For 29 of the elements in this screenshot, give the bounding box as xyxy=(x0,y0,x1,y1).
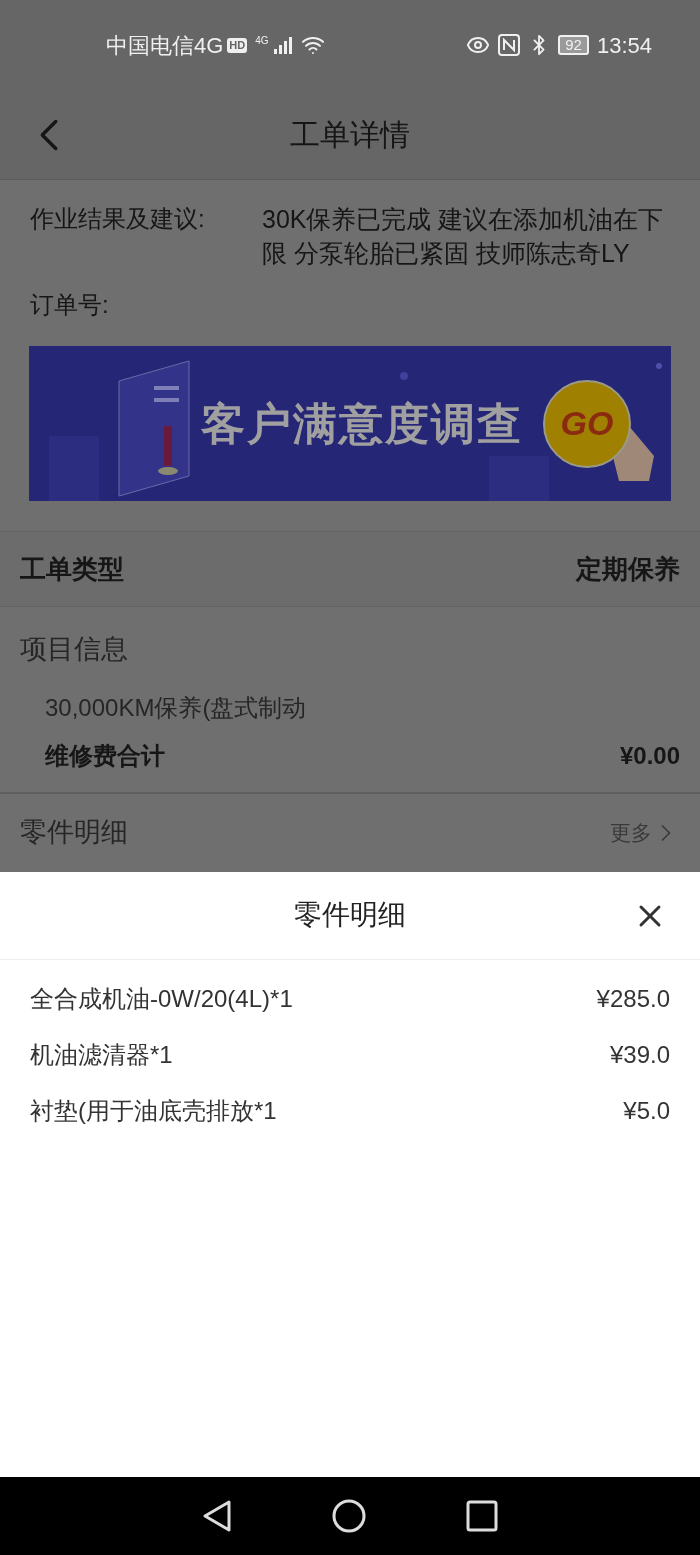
hd-badge: HD xyxy=(227,37,248,53)
sheet-title: 零件明细 xyxy=(294,898,406,932)
total-amount: ¥0.00 xyxy=(619,740,680,771)
part-name: 全合成机油-0W/20(4L)*1 xyxy=(30,983,293,1014)
network-type: 4G xyxy=(255,33,269,48)
section-title: 项目信息 xyxy=(20,633,129,666)
part-price: ¥5.0 xyxy=(623,1095,670,1126)
clock: 13:54 xyxy=(596,31,652,60)
part-price: ¥285.0 xyxy=(596,983,670,1014)
back-nav-button[interactable] xyxy=(202,1499,232,1533)
banner-title: 客户满意度调查 xyxy=(201,397,523,450)
part-name: 衬垫(用于油底壳排放*1 xyxy=(30,1095,277,1126)
home-nav-button[interactable] xyxy=(332,1499,366,1533)
part-price: ¥39.0 xyxy=(609,1039,670,1070)
total-label: 维修费合计 xyxy=(45,740,165,771)
detail-label: 作业结果及建议: xyxy=(30,204,206,234)
part-name: 机油滤清器*1 xyxy=(30,1039,173,1070)
nfc-icon xyxy=(498,34,521,56)
order-type-value: 定期保养 xyxy=(576,552,680,586)
order-type-label: 工单类型 xyxy=(20,552,124,586)
signal-icon xyxy=(272,35,293,55)
carrier-name: 中国电信4G xyxy=(106,31,224,60)
section-title: 零件明细 xyxy=(20,816,128,850)
project-item: 30,000KM保养(盘式制动 xyxy=(44,692,308,723)
page-title: 工单详情 xyxy=(290,117,410,153)
detail-label: 订单号: xyxy=(30,290,110,320)
detail-value: 30K保养已完成 建议在添加机油在下限 分泵轮胎已紧固 技师陈志奇LY xyxy=(262,204,665,269)
battery-indicator: 92 xyxy=(558,35,589,55)
recents-nav-button[interactable] xyxy=(466,1500,498,1532)
